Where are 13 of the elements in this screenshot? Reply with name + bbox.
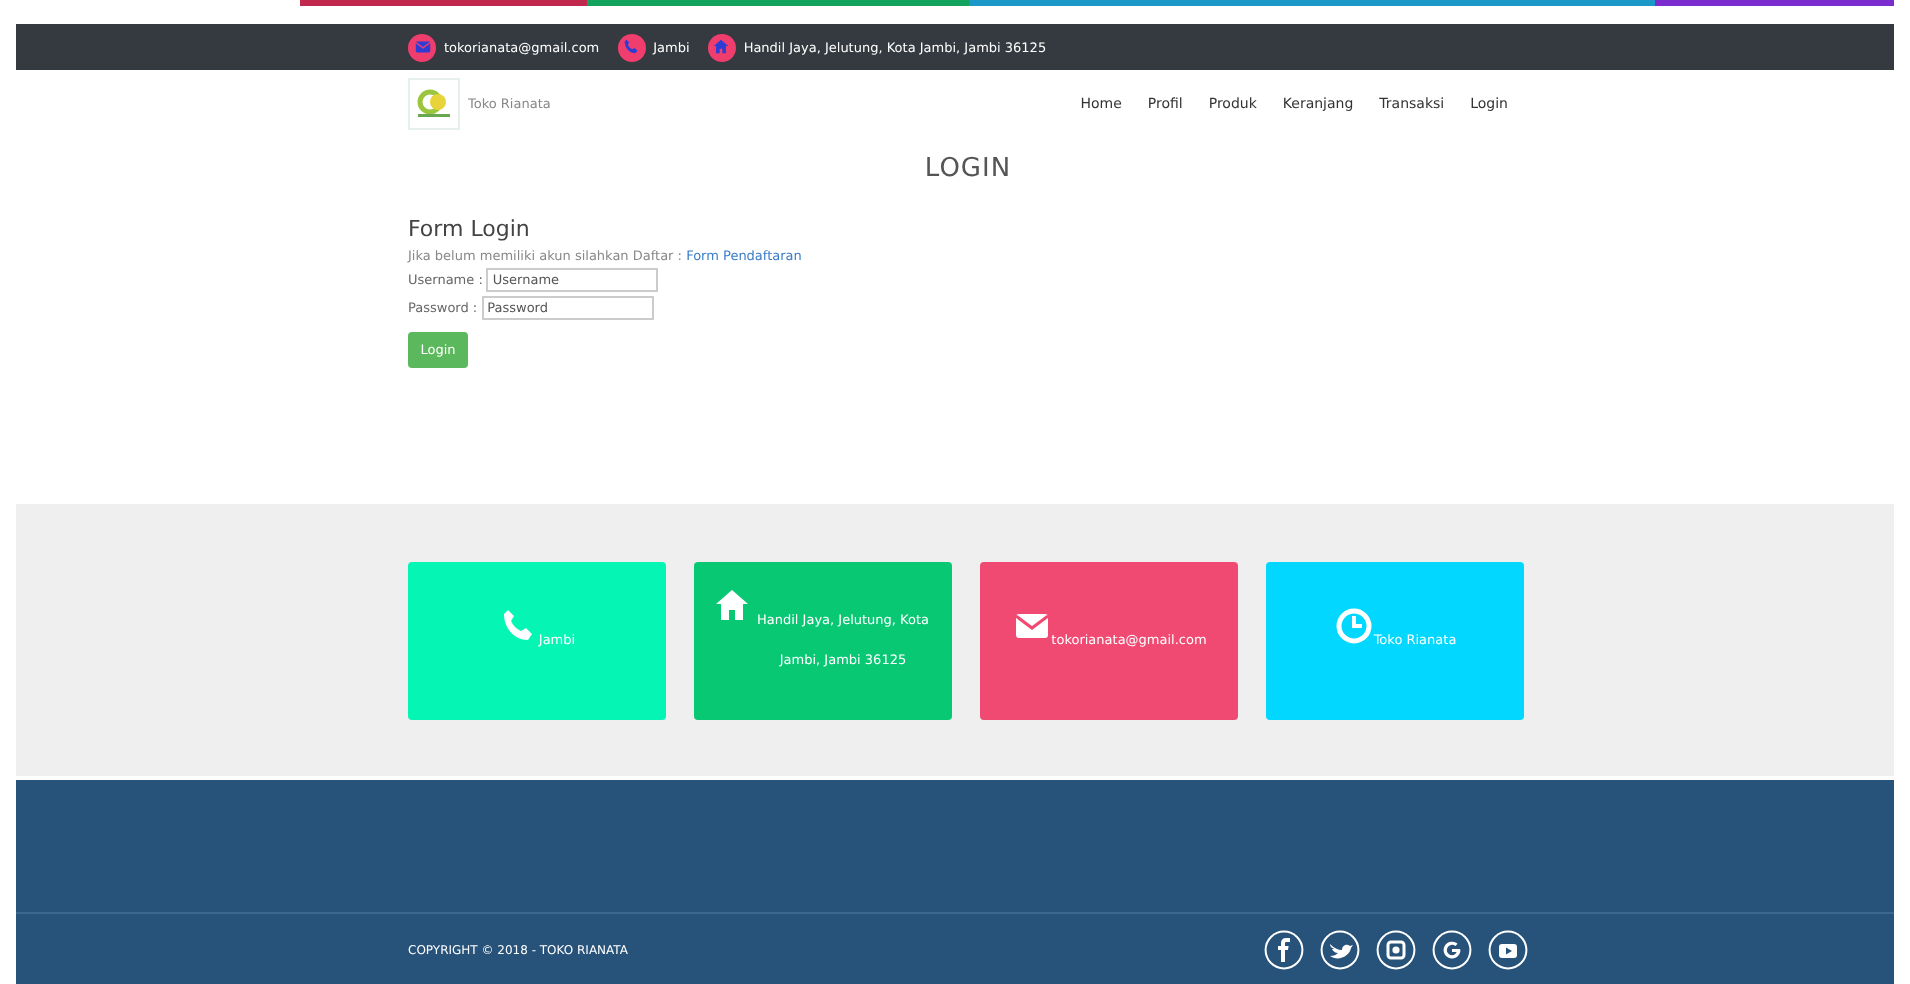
form-title: Form Login <box>408 216 532 242</box>
bird-icon[interactable] <box>1320 930 1360 970</box>
clock-icon <box>1333 605 1374 645</box>
camera-icon[interactable] <box>1376 930 1416 970</box>
play-icon[interactable] <box>1488 930 1528 970</box>
envelope-icon <box>408 33 436 61</box>
house-icon <box>711 585 751 625</box>
page-title: LOGIN <box>922 152 1014 188</box>
logo-icon <box>408 77 460 129</box>
facebook-icon[interactable] <box>1264 930 1304 970</box>
phone-icon <box>617 33 646 61</box>
g-icon[interactable] <box>1432 930 1472 970</box>
house-icon <box>707 33 736 61</box>
